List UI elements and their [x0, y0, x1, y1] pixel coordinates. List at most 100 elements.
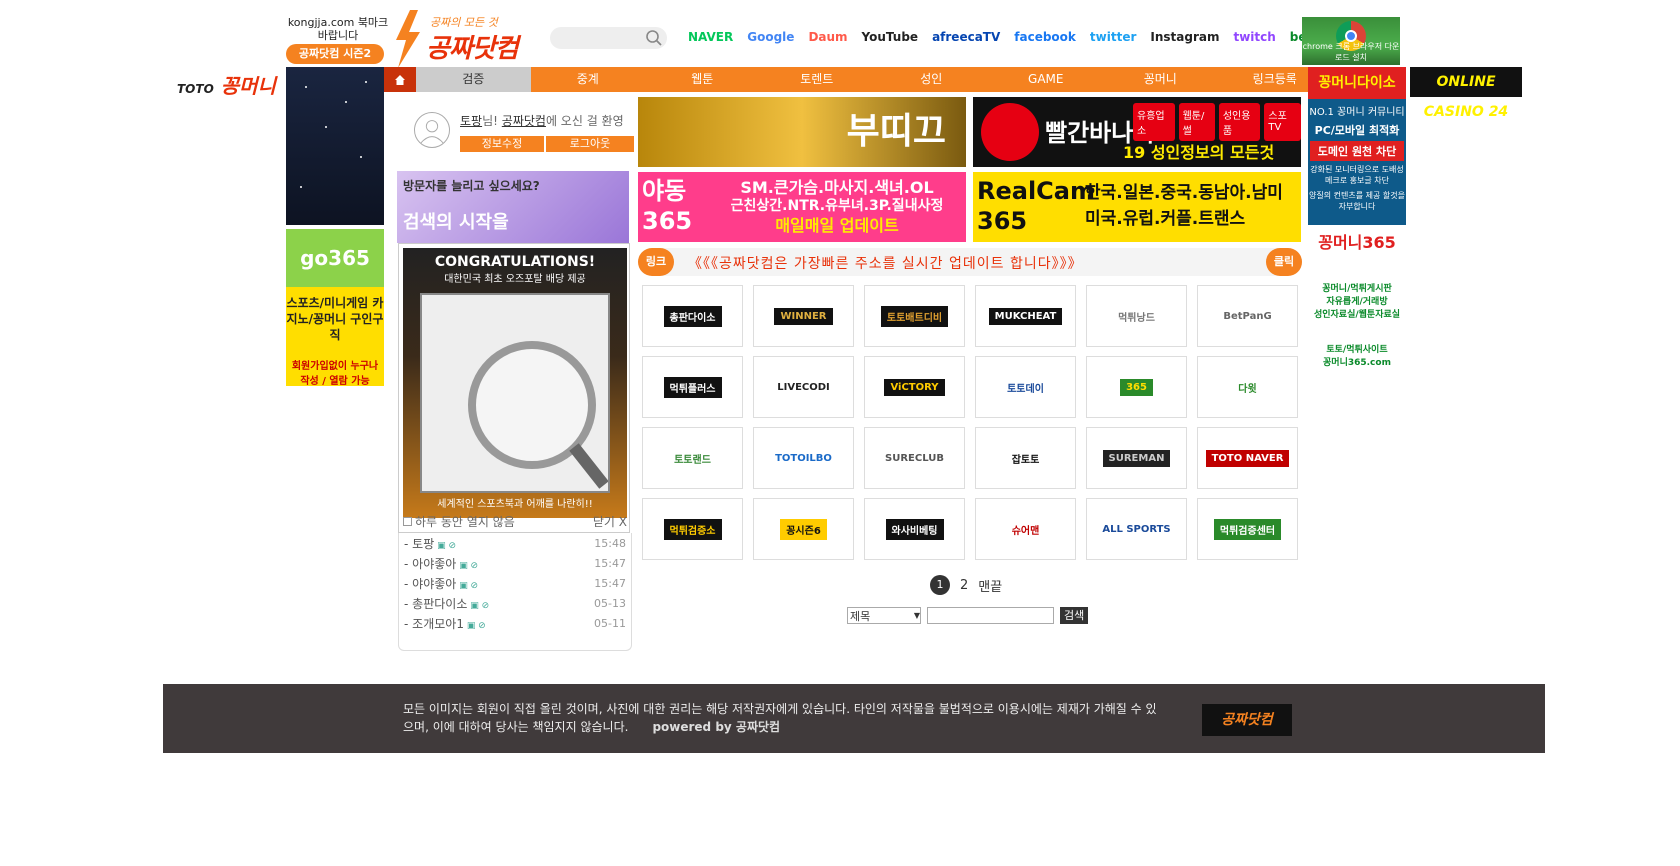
latest-post-row[interactable]: - 토팡 ▣ ⊘ 15:48: [404, 534, 626, 554]
realcam-line: 한국.일본.중국.동남아.남미: [1085, 183, 1283, 203]
site-logo-card[interactable]: ALL SPORTS: [1086, 498, 1187, 560]
site-logo-card[interactable]: TOTOILBO: [753, 427, 854, 489]
portal-link-3[interactable]: YouTube: [862, 30, 919, 44]
site-logo-card[interactable]: 365: [1086, 356, 1187, 418]
logout-button[interactable]: 로그아웃: [546, 136, 634, 152]
nav-home-button[interactable]: [384, 67, 416, 92]
site-logo-card[interactable]: 토토배트디비: [864, 285, 965, 347]
yadong-line: SM.큰가슴.마사지.색녀.OL: [740, 178, 934, 197]
right-banner-365[interactable]: 꽁머니365 꽁머니/먹튀게시판 자유롭게/거래방 성인자료실/웹툰자료실 토토…: [1308, 229, 1406, 386]
season-badge[interactable]: 공짜닷컴 시즌2: [286, 44, 384, 64]
left-banner-night[interactable]: [286, 67, 384, 225]
notice-click-badge[interactable]: 클릭: [1266, 248, 1302, 276]
latest-post-row[interactable]: - 총판다이소 ▣ ⊘ 05-13: [404, 594, 626, 614]
boutique-banner[interactable]: 부띠끄: [638, 97, 966, 167]
attachment-icon: ▣ ⊘: [434, 541, 457, 551]
checkbox[interactable]: [403, 517, 412, 526]
site-logo-label: 먹튀검증소: [663, 518, 722, 540]
red-banana-banner[interactable]: 빨간바나나 유흥업소 웹툰/썰 성인용품 스포TV 19 성인정보의 모든것: [973, 97, 1301, 167]
site-logo-label: TOTOILBO: [769, 449, 838, 467]
nav-item-4[interactable]: 성인: [874, 67, 989, 92]
site-name-link[interactable]: 공짜닷컴: [502, 114, 546, 128]
popup-close-button[interactable]: 닫기 X: [593, 513, 627, 530]
site-logo-card[interactable]: 먹튀검증센터: [1197, 498, 1298, 560]
board-search-button[interactable]: 검색: [1060, 607, 1089, 624]
portal-link-8[interactable]: twitch: [1233, 30, 1275, 44]
yadong365-banner[interactable]: 야동 365 SM.큰가슴.마사지.색녀.OL 근친상간.NTR.유부녀.3P.…: [638, 172, 966, 242]
avatar[interactable]: [414, 112, 450, 148]
site-logo-card[interactable]: 토토랜드: [642, 427, 743, 489]
site-logo-card[interactable]: 총판다이소: [642, 285, 743, 347]
portal-link-6[interactable]: twitter: [1090, 30, 1136, 44]
logo-text[interactable]: 공짜닷컴: [426, 28, 519, 65]
site-logo-card[interactable]: BetPanG: [1197, 285, 1298, 347]
portal-link-2[interactable]: Daum: [808, 30, 847, 44]
page-last[interactable]: 맨끝: [978, 576, 1002, 595]
site-logo-card[interactable]: WINNER: [753, 285, 854, 347]
attachment-icon: ▣ ⊘: [467, 601, 490, 611]
search-icon[interactable]: [645, 29, 663, 47]
latest-post-title[interactable]: - 토팡 ▣ ⊘: [404, 534, 456, 554]
site-logo-card[interactable]: ViCTORY: [864, 356, 965, 418]
toto-kkongmoney-logo[interactable]: TOTO 꽁머니: [177, 70, 276, 99]
site-logo-card[interactable]: 슈어맨: [975, 498, 1076, 560]
portal-link-7[interactable]: Instagram: [1150, 30, 1219, 44]
left-banner-go365[interactable]: go365 스포츠/미니게임 카지노/꽁머니 구인구직 회원가입없이 누구나 작…: [286, 229, 384, 387]
site-logo-card[interactable]: SURECLUB: [864, 427, 965, 489]
search-field-select[interactable]: 제목 ▼: [847, 607, 921, 624]
portal-link-5[interactable]: facebook: [1014, 30, 1076, 44]
nav-item-3[interactable]: 토렌트: [760, 67, 875, 92]
page-current[interactable]: 1: [930, 575, 950, 595]
site-logo-card[interactable]: MUKCHEAT: [975, 285, 1076, 347]
notice-link-badge[interactable]: 링크: [638, 248, 674, 276]
site-logo-card[interactable]: 다윗: [1197, 356, 1298, 418]
realcam365-banner[interactable]: RealCam 365 한국.일본.중국.동남아.남미 미국.유럽.커플.트랜스: [973, 172, 1301, 242]
latest-post-name: 총판다이소: [412, 597, 468, 611]
visitor-promo-banner[interactable]: 방문자를 늘리고 싶으세요? 검색의 시작을: [397, 171, 629, 243]
latest-post-row[interactable]: - 야야좋아 ▣ ⊘ 15:47: [404, 574, 626, 594]
latest-post-row[interactable]: - 조개모아1 ▣ ⊘ 05-11: [404, 614, 626, 634]
site-logo-card[interactable]: TOTO NAVER: [1197, 427, 1298, 489]
nav-item-2[interactable]: 웹툰: [645, 67, 760, 92]
popup-ad[interactable]: CONGRATULATIONS! 대한민국 최초 오즈포탈 배당 제공 세계적인…: [398, 243, 630, 533]
chrome-download-banner[interactable]: chrome 크롬 브라우저 다운로드 설치: [1302, 17, 1400, 65]
365-line: 자유롭게/거래방: [1326, 297, 1388, 307]
site-logo-card[interactable]: 먹튀검증소: [642, 498, 743, 560]
portal-link-1[interactable]: Google: [747, 30, 794, 44]
site-logo-card[interactable]: 와사비베팅: [864, 498, 965, 560]
chrome-ad-text: chrome 크롬 브라우저 다운로드 설치: [1302, 42, 1400, 62]
page-link[interactable]: 2: [960, 578, 968, 593]
site-logo-label: 먹튀플러스: [663, 376, 722, 398]
latest-post-title[interactable]: - 조개모아1 ▣ ⊘: [404, 614, 486, 634]
portal-link-0[interactable]: NAVER: [688, 30, 733, 44]
latest-post-title[interactable]: - 총판다이소 ▣ ⊘: [404, 594, 489, 614]
night-sky-image: [300, 81, 367, 188]
online-casino-banner[interactable]: ONLINE CASINO 24: [1410, 67, 1522, 120]
site-logo-card[interactable]: 꽁시즌6: [753, 498, 854, 560]
footer-logo[interactable]: 공짜닷컴: [1202, 704, 1292, 736]
nav-item-0[interactable]: 검증: [416, 67, 531, 92]
site-logo-card[interactable]: 잡토토: [975, 427, 1076, 489]
red-banana-pill: 성인용품: [1218, 103, 1261, 141]
dont-show-today[interactable]: 하루 동안 열지 않음: [403, 513, 515, 530]
notice-text: 《《《공짜닷컴은 가장빠른 주소를 실시간 업데이트 합니다》》》: [688, 256, 1083, 272]
site-logo-card[interactable]: 먹튀플러스: [642, 356, 743, 418]
latest-post-name: 아야좋아: [412, 557, 457, 571]
latest-post-title[interactable]: - 야야좋아 ▣ ⊘: [404, 574, 478, 594]
site-logo-card[interactable]: LIVECODI: [753, 356, 854, 418]
portal-link-4[interactable]: afreecaTV: [932, 30, 1000, 44]
site-logo-card[interactable]: 먹튀낭드: [1086, 285, 1187, 347]
board-search: 제목 ▼ 검색: [847, 607, 1089, 624]
board-search-input[interactable]: [927, 607, 1054, 624]
nav-item-5[interactable]: GAME: [989, 67, 1104, 92]
latest-post-title[interactable]: - 아야좋아 ▣ ⊘: [404, 554, 478, 574]
site-logo-card[interactable]: 토토데이: [975, 356, 1076, 418]
nav-item-6[interactable]: 꽁머니: [1103, 67, 1218, 92]
right-banner-daiso[interactable]: 꽁머니다이소 NO.1 꽁머니 커뮤니티 PC/모바일 최적화 도메인 원천 차…: [1308, 67, 1406, 225]
site-logo-card[interactable]: SUREMAN: [1086, 427, 1187, 489]
latest-post-row[interactable]: - 아야좋아 ▣ ⊘ 15:47: [404, 554, 626, 574]
username-link[interactable]: 토팡: [460, 114, 482, 128]
nav-item-1[interactable]: 중계: [531, 67, 646, 92]
edit-profile-button[interactable]: 정보수정: [460, 136, 544, 152]
popup-image[interactable]: CONGRATULATIONS! 대한민국 최초 오즈포탈 배당 제공 세계적인…: [403, 248, 627, 518]
